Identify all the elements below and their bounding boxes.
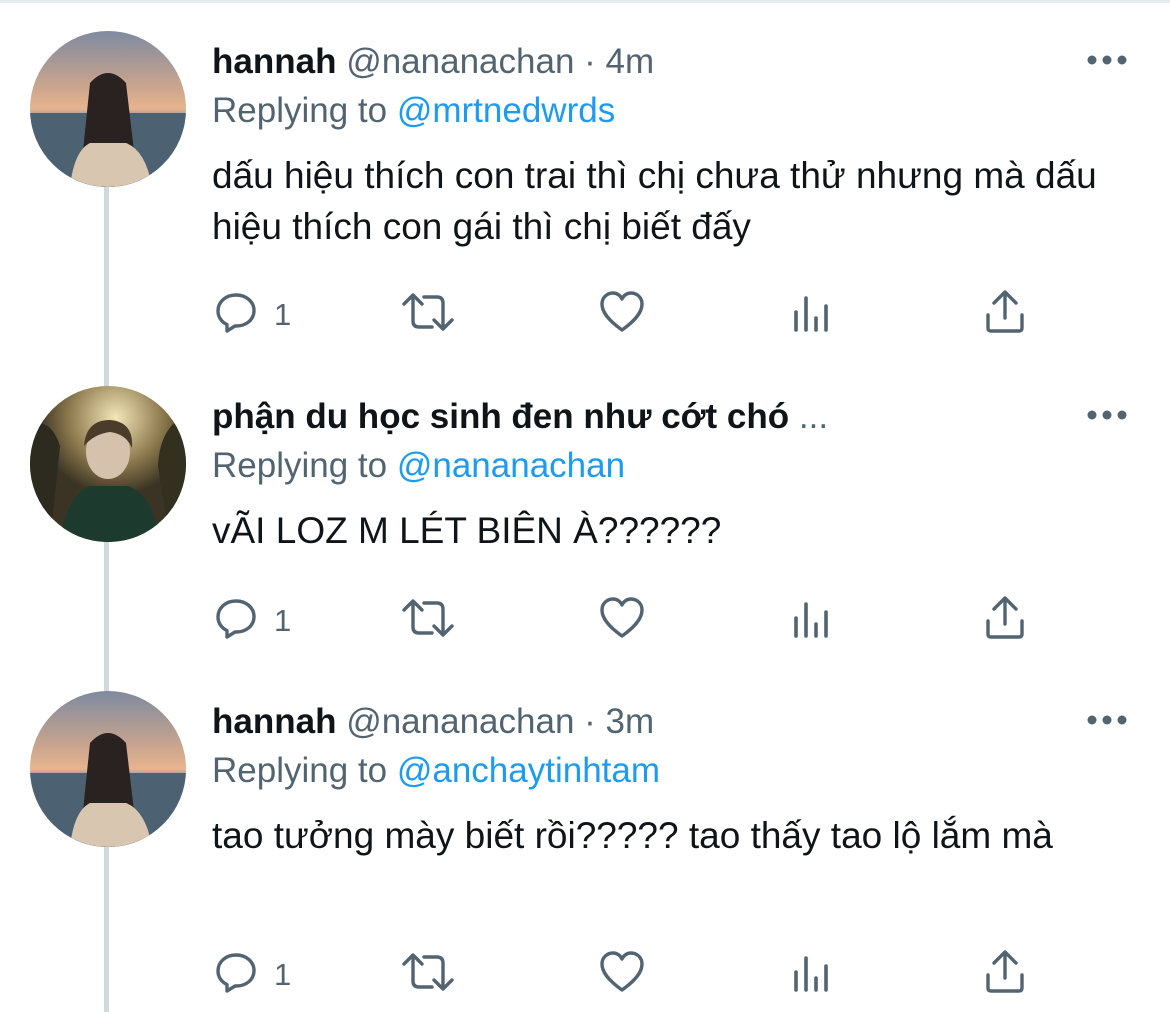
display-name[interactable]: hannah <box>212 702 336 741</box>
like-icon <box>598 948 646 996</box>
analytics-button[interactable] <box>792 593 832 643</box>
retweet-icon <box>400 288 456 336</box>
tweet-header: hannah @nananachan · 4m <box>212 42 654 82</box>
separator-dot: · <box>584 702 596 741</box>
analytics-icon <box>792 948 832 996</box>
tweet-header: phận du học sinh đen như cớt chó ... <box>212 397 828 437</box>
tweet-text: dấu hiệu thích con trai thì chị chưa thử… <box>212 155 1097 247</box>
like-button[interactable] <box>598 593 646 643</box>
reply-icon <box>212 948 260 996</box>
separator-dot: · <box>584 42 596 81</box>
replying-to-line: Replying to @mrtnedwrds <box>212 91 615 131</box>
tweet-text: vÃI LOZ M LÉT BIÊN À?????? <box>212 510 722 551</box>
timestamp[interactable]: 4m <box>606 42 655 81</box>
share-button[interactable] <box>983 593 1027 643</box>
analytics-button[interactable] <box>792 287 832 337</box>
like-button[interactable] <box>598 287 646 337</box>
reply-button[interactable]: 1 <box>212 593 291 643</box>
avatar[interactable] <box>30 691 186 847</box>
avatar-sunset-girl-image <box>30 691 186 847</box>
reply-icon <box>212 288 260 336</box>
share-icon <box>983 948 1027 996</box>
replying-mention-link[interactable]: @mrtnedwrds <box>397 91 615 130</box>
retweet-icon <box>400 594 456 642</box>
display-name[interactable]: phận du học sinh đen như cớt chó <box>212 397 789 436</box>
like-icon <box>598 288 646 336</box>
share-icon <box>983 594 1027 642</box>
replying-mention-link[interactable]: @nananachan <box>397 446 625 485</box>
tweet[interactable]: hannah @nananachan · 3m Replying to @anc… <box>0 660 1170 1012</box>
retweet-button[interactable] <box>400 593 456 643</box>
reply-count: 1 <box>274 603 292 638</box>
tweet-text: tao tưởng mày biết rồi????? tao thấy tao… <box>212 815 1053 856</box>
tweet-header: hannah @nananachan · 3m <box>212 702 654 742</box>
retweet-button[interactable] <box>400 287 456 337</box>
avatar[interactable] <box>30 31 186 187</box>
name-truncation: ... <box>798 397 829 436</box>
replying-label: Replying to <box>212 91 388 130</box>
analytics-icon <box>792 288 832 336</box>
more-icon[interactable] <box>1086 50 1128 70</box>
analytics-button[interactable] <box>792 947 832 997</box>
tweet-actions: 1 <box>212 593 1042 643</box>
like-button[interactable] <box>598 947 646 997</box>
analytics-icon <box>792 594 832 642</box>
tweet-actions: 1 <box>212 287 1042 337</box>
like-icon <box>598 594 646 642</box>
reply-icon <box>212 594 260 642</box>
reply-count: 1 <box>274 957 292 992</box>
replying-label: Replying to <box>212 751 388 790</box>
share-button[interactable] <box>983 947 1027 997</box>
avatar-forest-boy-image <box>30 386 186 542</box>
reply-button[interactable]: 1 <box>212 287 291 337</box>
reply-count: 1 <box>274 297 292 332</box>
replying-to-line: Replying to @nananachan <box>212 446 625 486</box>
reply-button[interactable]: 1 <box>212 947 291 997</box>
replying-label: Replying to <box>212 446 388 485</box>
retweet-button[interactable] <box>400 947 456 997</box>
replying-to-line: Replying to @anchaytinhtam <box>212 751 660 791</box>
tweet-actions: 1 <box>212 947 1042 997</box>
retweet-icon <box>400 948 456 996</box>
tweet[interactable]: hannah @nananachan · 4m Replying to @mrt… <box>0 0 1170 345</box>
tweet[interactable]: phận du học sinh đen như cớt chó ... Rep… <box>0 355 1170 675</box>
share-button[interactable] <box>983 287 1027 337</box>
avatar-sunset-girl-image <box>30 31 186 187</box>
user-handle[interactable]: @nananachan <box>346 42 574 81</box>
user-handle[interactable]: @nananachan <box>346 702 574 741</box>
replying-mention-link[interactable]: @anchaytinhtam <box>397 751 660 790</box>
display-name[interactable]: hannah <box>212 42 336 81</box>
timestamp[interactable]: 3m <box>606 702 655 741</box>
avatar[interactable] <box>30 386 186 542</box>
share-icon <box>983 288 1027 336</box>
more-icon[interactable] <box>1086 710 1128 730</box>
more-icon[interactable] <box>1086 405 1128 425</box>
